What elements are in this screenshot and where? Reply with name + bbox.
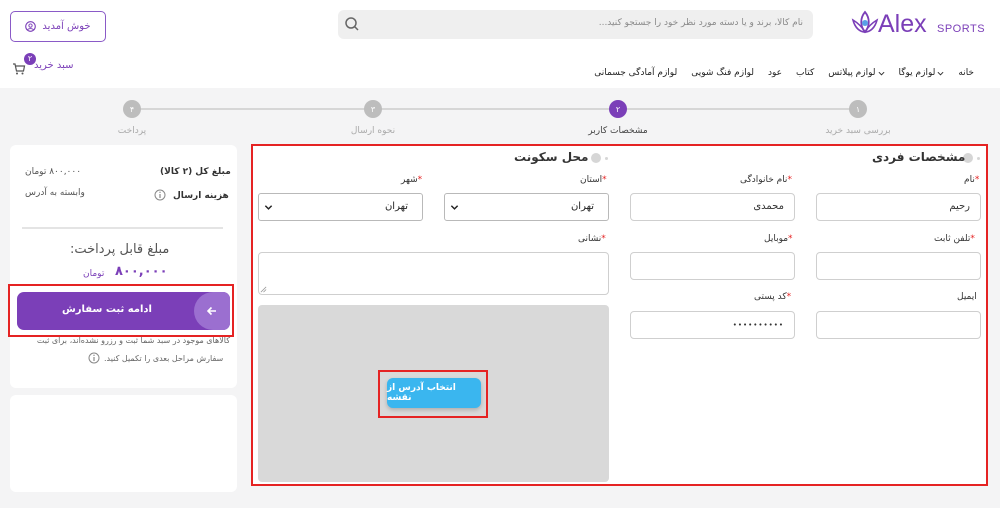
select-address-on-map-button[interactable]: انتخاب آدرس از نقشه [387,378,481,408]
nav-item-incense[interactable]: عود [768,66,782,80]
chevron-down-icon [878,71,884,76]
nav-item-yoga[interactable]: لوازم یوگا [899,66,945,80]
search-icon[interactable] [344,16,360,32]
step-4-dot: ۴ [123,100,141,118]
main-nav: خانه لوازم یوگا لوازم پیلاتس کتاب عود لو… [594,66,974,80]
resize-handle-icon[interactable] [260,286,267,293]
nav-item-fengshui[interactable]: لوازم فنگ شویی [691,66,754,80]
payable-label: مبلغ قابل پرداخت: [70,242,170,257]
user-icon [25,21,37,32]
city-value: تهران [384,201,408,212]
nav-item-label: لوازم پیلاتس [828,68,876,78]
mobile-label: *موبایل [764,234,793,244]
total-label: مبلغ کل (۲ کالا) [160,167,231,177]
search-input[interactable]: نام کالا، برند و یا دسته مورد نظر خود را… [599,18,803,28]
nav-item-books[interactable]: کتاب [796,66,814,80]
first-name-label: *نام [964,175,980,185]
cart-label: سبد خرید [34,60,74,71]
cart-note-line2: سفارش مراحل بعدی را تکمیل کنید. [104,354,224,363]
nav-item-home[interactable]: خانه [958,66,974,80]
address-label: *نشانی [578,234,606,244]
province-value: تهران [570,201,594,212]
last-name-field[interactable]: محمدی [630,193,795,221]
welcome-label: خوش آمدید [42,21,91,32]
continue-highlight: ادامه ثبت سفارش [8,284,234,337]
nav-item-pilates[interactable]: لوازم پیلاتس [828,66,884,80]
email-label: ایمیل [957,292,977,302]
phone-field[interactable] [816,252,981,280]
step-1-dot: ۱ [849,100,867,118]
province-select[interactable]: تهران [444,193,609,221]
city-select[interactable]: تهران [258,193,423,221]
welcome-button[interactable]: خوش آمدید [10,11,106,42]
step-3-label: نحوه ارسال [350,126,396,136]
progress-line [130,108,860,110]
empty-side-card [10,395,237,492]
city-label: *شهر [401,175,423,185]
section-dot-icon [605,157,608,160]
postal-code-field[interactable]: •••••••••• [630,311,795,339]
postal-code-label: *کد پستی [754,292,792,302]
mobile-field[interactable] [630,252,795,280]
first-name-field[interactable]: رحیم [816,193,981,221]
continue-order-button[interactable]: ادامه ثبت سفارش [17,292,230,330]
chevron-down-icon [937,71,944,76]
nav-item-label: لوازم یوگا [898,68,936,78]
step-2-label: مشخصات کاربر [588,126,648,136]
cart-icon [13,63,26,75]
step-4-label: پرداخت [117,126,147,136]
personal-info-title: مشخصات فردی [872,150,966,164]
step-1-label: بررسی سبد خرید [825,126,891,136]
shipping-label: هزینه ارسال [173,191,229,201]
section-dot-icon [591,153,601,163]
payable-amount: ۸۰۰,۰۰۰ [115,264,168,279]
step-2-dot: ۲ [609,100,627,118]
payable-currency: تومان [83,269,105,279]
address-textarea[interactable] [258,252,609,295]
lotus-logo-icon [851,10,879,34]
residence-title: محل سکونت [514,150,589,164]
divider [22,227,223,229]
cart-button[interactable]: ۲ سبد خرید [12,53,82,78]
info-icon[interactable] [154,189,166,201]
step-3-dot: ۳ [364,100,382,118]
chevron-down-icon [450,205,459,210]
shipping-value: وابسته به آدرس [25,188,85,198]
chevron-down-icon [264,205,273,210]
logo-subtext: SPORTS [937,23,986,35]
continue-label: ادامه ثبت سفارش [62,304,152,315]
search-bar[interactable]: نام کالا، برند و یا دسته مورد نظر خود را… [338,10,813,39]
total-value: ۸۰۰,۰۰۰ تومان [25,167,82,177]
phone-label: *تلفن ثابت [934,234,975,244]
email-field[interactable] [816,311,981,339]
logo[interactable]: Alex SPORTS [850,8,985,40]
cart-note-line1: کالاهای موجود در سبد شما ثبت و رزرو نشده… [36,336,230,345]
last-name-label: *نام خانوادگی [740,175,792,185]
province-label: *استان [580,175,607,185]
nav-item-fitness[interactable]: لوازم آمادگی جسمانی [594,66,677,80]
map-button-highlight: انتخاب آدرس از نقشه [378,370,488,418]
logo-text: Alex [878,10,927,38]
arrow-left-icon [194,292,230,330]
section-dot-icon [977,157,980,160]
info-icon [88,352,100,364]
header: Alex SPORTS نام کالا، برند و یا دسته مور… [0,0,1000,88]
